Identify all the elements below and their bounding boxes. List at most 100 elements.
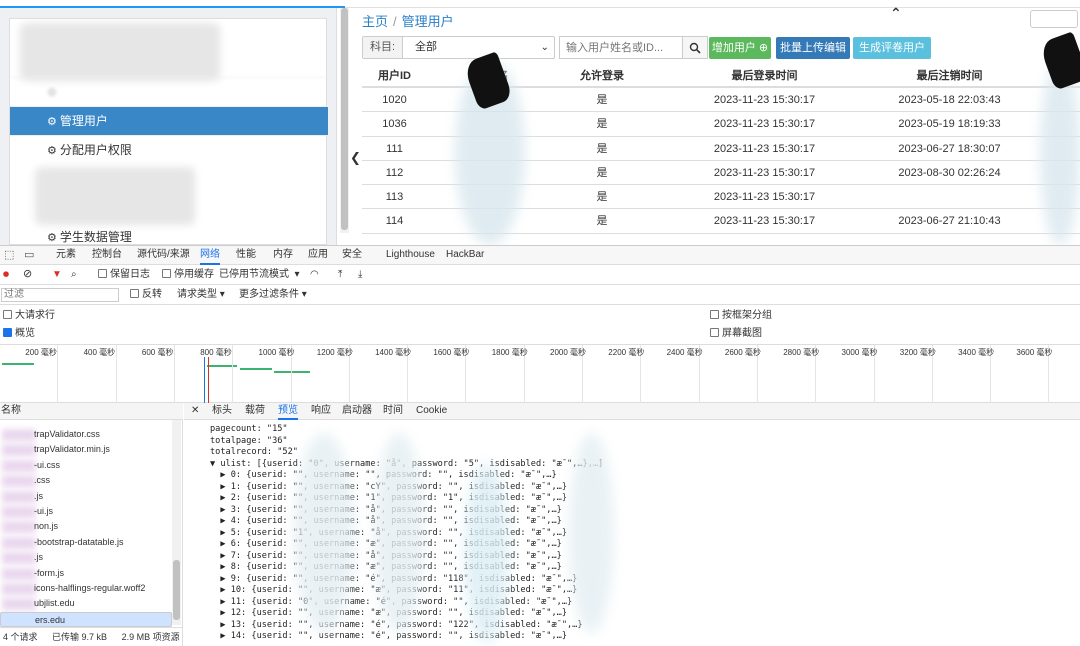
col-header[interactable]: 最后登录时间 (672, 64, 857, 88)
request-item[interactable]: trapValidator.min.js (0, 442, 172, 457)
detail-tab[interactable]: Cookie (416, 403, 447, 420)
devtools-tab[interactable]: 应用 (308, 246, 328, 265)
detail-tab[interactable]: 预览 (278, 403, 298, 420)
table-cell: 2023-06-27 21:10:43 (898, 215, 1001, 228)
request-item[interactable]: .css (0, 473, 172, 488)
request-item[interactable]: -ui.js (0, 504, 172, 519)
network-timeline[interactable]: 200 毫秒 400 毫秒 600 毫秒 800 毫秒 1000 毫秒 1200 毫秒 14… (0, 345, 1080, 403)
timeline-tick: 400 毫秒 (83, 348, 116, 357)
screenshots-checkbox[interactable]: 屏幕截图 (710, 327, 762, 341)
request-item[interactable]: -ui.css (0, 458, 172, 473)
table-cell: 2023-11-23 15:30:17 (713, 166, 816, 179)
devtools-tab[interactable]: Lighthouse (386, 246, 435, 265)
timeline-gridline (115, 345, 117, 403)
sidebar-item-manage-users[interactable]: ⚙ 管理用户 (10, 106, 328, 135)
detail-tab[interactable]: 响应 (311, 403, 331, 420)
request-item[interactable]: trapValidator.css (0, 427, 172, 442)
request-type-label: 请求类型 (177, 289, 217, 300)
preview-line[interactable]: ▶ 14: {userid: "", username: "é", passwo… (210, 631, 603, 643)
throttle-select[interactable]: 已停用节流模式 ▾ (219, 268, 300, 282)
col-header[interactable]: 用户ID (362, 64, 427, 88)
table-cell: 2023-11-23 15:30:17 (713, 215, 816, 228)
request-count: 4 个请求 (3, 632, 38, 642)
scroll-handle[interactable] (1030, 10, 1078, 28)
overview-checkbox[interactable]: 概览 (3, 327, 35, 341)
generate-graders-button[interactable]: 生成评卷用户 ▤ (853, 37, 931, 76)
sidebar-item-label: 管理用户 (59, 114, 108, 128)
devtools-tab[interactable]: 内存 (273, 246, 293, 265)
sidebar-scrollbar[interactable] (340, 8, 349, 233)
sidebar-item-hidden[interactable]: ⚙ (10, 77, 328, 106)
subject-label: 科目: (363, 37, 403, 58)
detail-tab[interactable]: 标头 (212, 403, 232, 420)
close-icon[interactable]: ✕ (191, 403, 199, 420)
upload-icon[interactable]: ⤒ (338, 268, 342, 282)
group-by-frame-checkbox[interactable]: 按框架分组 (710, 309, 772, 323)
invert-checkbox[interactable]: 反转 (130, 288, 162, 302)
devtools-panel: ⬚ ▭ 元素 控制台 源代码/来源 网络 性能 内存 应用 安全 Lighthouse HackB… (0, 245, 1080, 646)
request-item[interactable]: .js (0, 489, 172, 504)
redaction-blur (294, 433, 354, 633)
record-icon[interactable]: ⏺ (3, 267, 9, 281)
request-item[interactable]: .js (0, 550, 172, 565)
preserve-log-checkbox[interactable]: 保留日志 (98, 268, 150, 282)
more-filters-dropdown[interactable]: 更多过滤条件 ▾ (239, 288, 307, 302)
col-header[interactable]: 允许登录 (552, 64, 652, 88)
sidebar-item-assign-permissions[interactable]: ⚙ 分配用户权限 (10, 135, 328, 164)
big-rows-checkbox[interactable]: 大请求行 (3, 309, 55, 323)
request-item[interactable]: icons-halflings-regular.woff2 (0, 581, 172, 596)
search-button[interactable] (682, 36, 708, 59)
dom-content-loaded-line (204, 357, 205, 403)
request-type-dropdown[interactable]: 请求类型 ▾ (177, 288, 225, 302)
devtools-tab[interactable]: 源代码/来源 (137, 246, 190, 265)
download-icon[interactable]: ⤓ (358, 268, 362, 282)
request-item[interactable]: non.js (0, 519, 172, 534)
load-line (208, 357, 209, 403)
devtools-tab[interactable]: 元素 (56, 246, 76, 265)
add-user-button[interactable]: 增加用户 ⊕ (709, 37, 771, 59)
batch-upload-button[interactable]: 批量上传编辑 ⊕ (776, 37, 850, 76)
scrollbar-thumb[interactable] (341, 8, 348, 230)
wifi-icon[interactable]: ◠ (310, 268, 319, 282)
device-icon[interactable]: ▭ (24, 247, 34, 263)
inspect-icon[interactable]: ⬚ (4, 247, 14, 263)
clear-icon[interactable]: ⊘ (23, 267, 32, 281)
transferred-size: 已传输 9.7 kB (52, 632, 108, 642)
table-cell: 是 (596, 215, 608, 228)
request-item[interactable]: ers.edu (0, 611, 172, 628)
network-toolbar: ⏺ ⊘ ▼ ⌕ 保留日志 停用缓存 已停用节流模式 ▾ ◠ ⤒ ⤓ (0, 265, 1080, 285)
request-item[interactable]: ubjlist.edu (0, 596, 172, 611)
request-item[interactable]: -bootstrap-datatable.js (0, 535, 172, 550)
detail-tab[interactable]: 载荷 (245, 403, 265, 420)
scrollbar-thumb[interactable] (173, 560, 180, 620)
detail-tab[interactable]: 启动器 (342, 403, 372, 420)
table-cell: 112 (385, 166, 404, 179)
table-cell: 2023-06-27 18:30:07 (898, 142, 1001, 155)
search-field[interactable] (559, 36, 683, 59)
subject-select[interactable]: 科目: 全部 ⌄ (362, 36, 555, 59)
devtools-tab[interactable]: 性能 (236, 246, 256, 265)
timeline-tick: 3200 毫秒 (899, 348, 936, 357)
table-cell: 2023-11-23 15:30:17 (713, 191, 816, 204)
devtools-tab[interactable]: HackBar (446, 246, 484, 265)
devtools-tab[interactable]: 控制台 (92, 246, 122, 265)
request-item[interactable]: -form.js (0, 566, 172, 581)
filter-input[interactable]: 过滤 (1, 288, 119, 302)
search-input[interactable] (560, 37, 682, 58)
breadcrumb-home[interactable]: 主页 (362, 14, 388, 29)
search-icon[interactable]: ⌕ (71, 268, 77, 282)
devtools-tab[interactable]: 安全 (342, 246, 362, 265)
detail-tab[interactable]: 时间 (383, 403, 403, 420)
request-detail: ✕ 标头 载荷 预览 响应 启动器 时间 Cookie pagecount: "15" tot… (184, 403, 1080, 646)
request-list-scrollbar[interactable] (172, 420, 181, 625)
preview-line: pagecount: "15" (210, 424, 288, 434)
chevron-down-icon: ⌄ (540, 42, 549, 53)
devtools-tab[interactable]: 网络 (200, 246, 220, 265)
detail-tabs: ✕ 标头 载荷 预览 响应 启动器 时间 Cookie (184, 403, 1080, 420)
col-header[interactable]: 最后注销时间 (857, 64, 1042, 88)
disable-cache-checkbox[interactable]: 停用缓存 (162, 268, 214, 282)
filter-icon[interactable]: ▼ (52, 268, 62, 282)
chevron-left-icon[interactable]: ❮ (350, 150, 361, 166)
chevron-up-icon[interactable]: ⌃ (890, 5, 902, 22)
request-list-header[interactable]: 名称 (0, 403, 183, 420)
